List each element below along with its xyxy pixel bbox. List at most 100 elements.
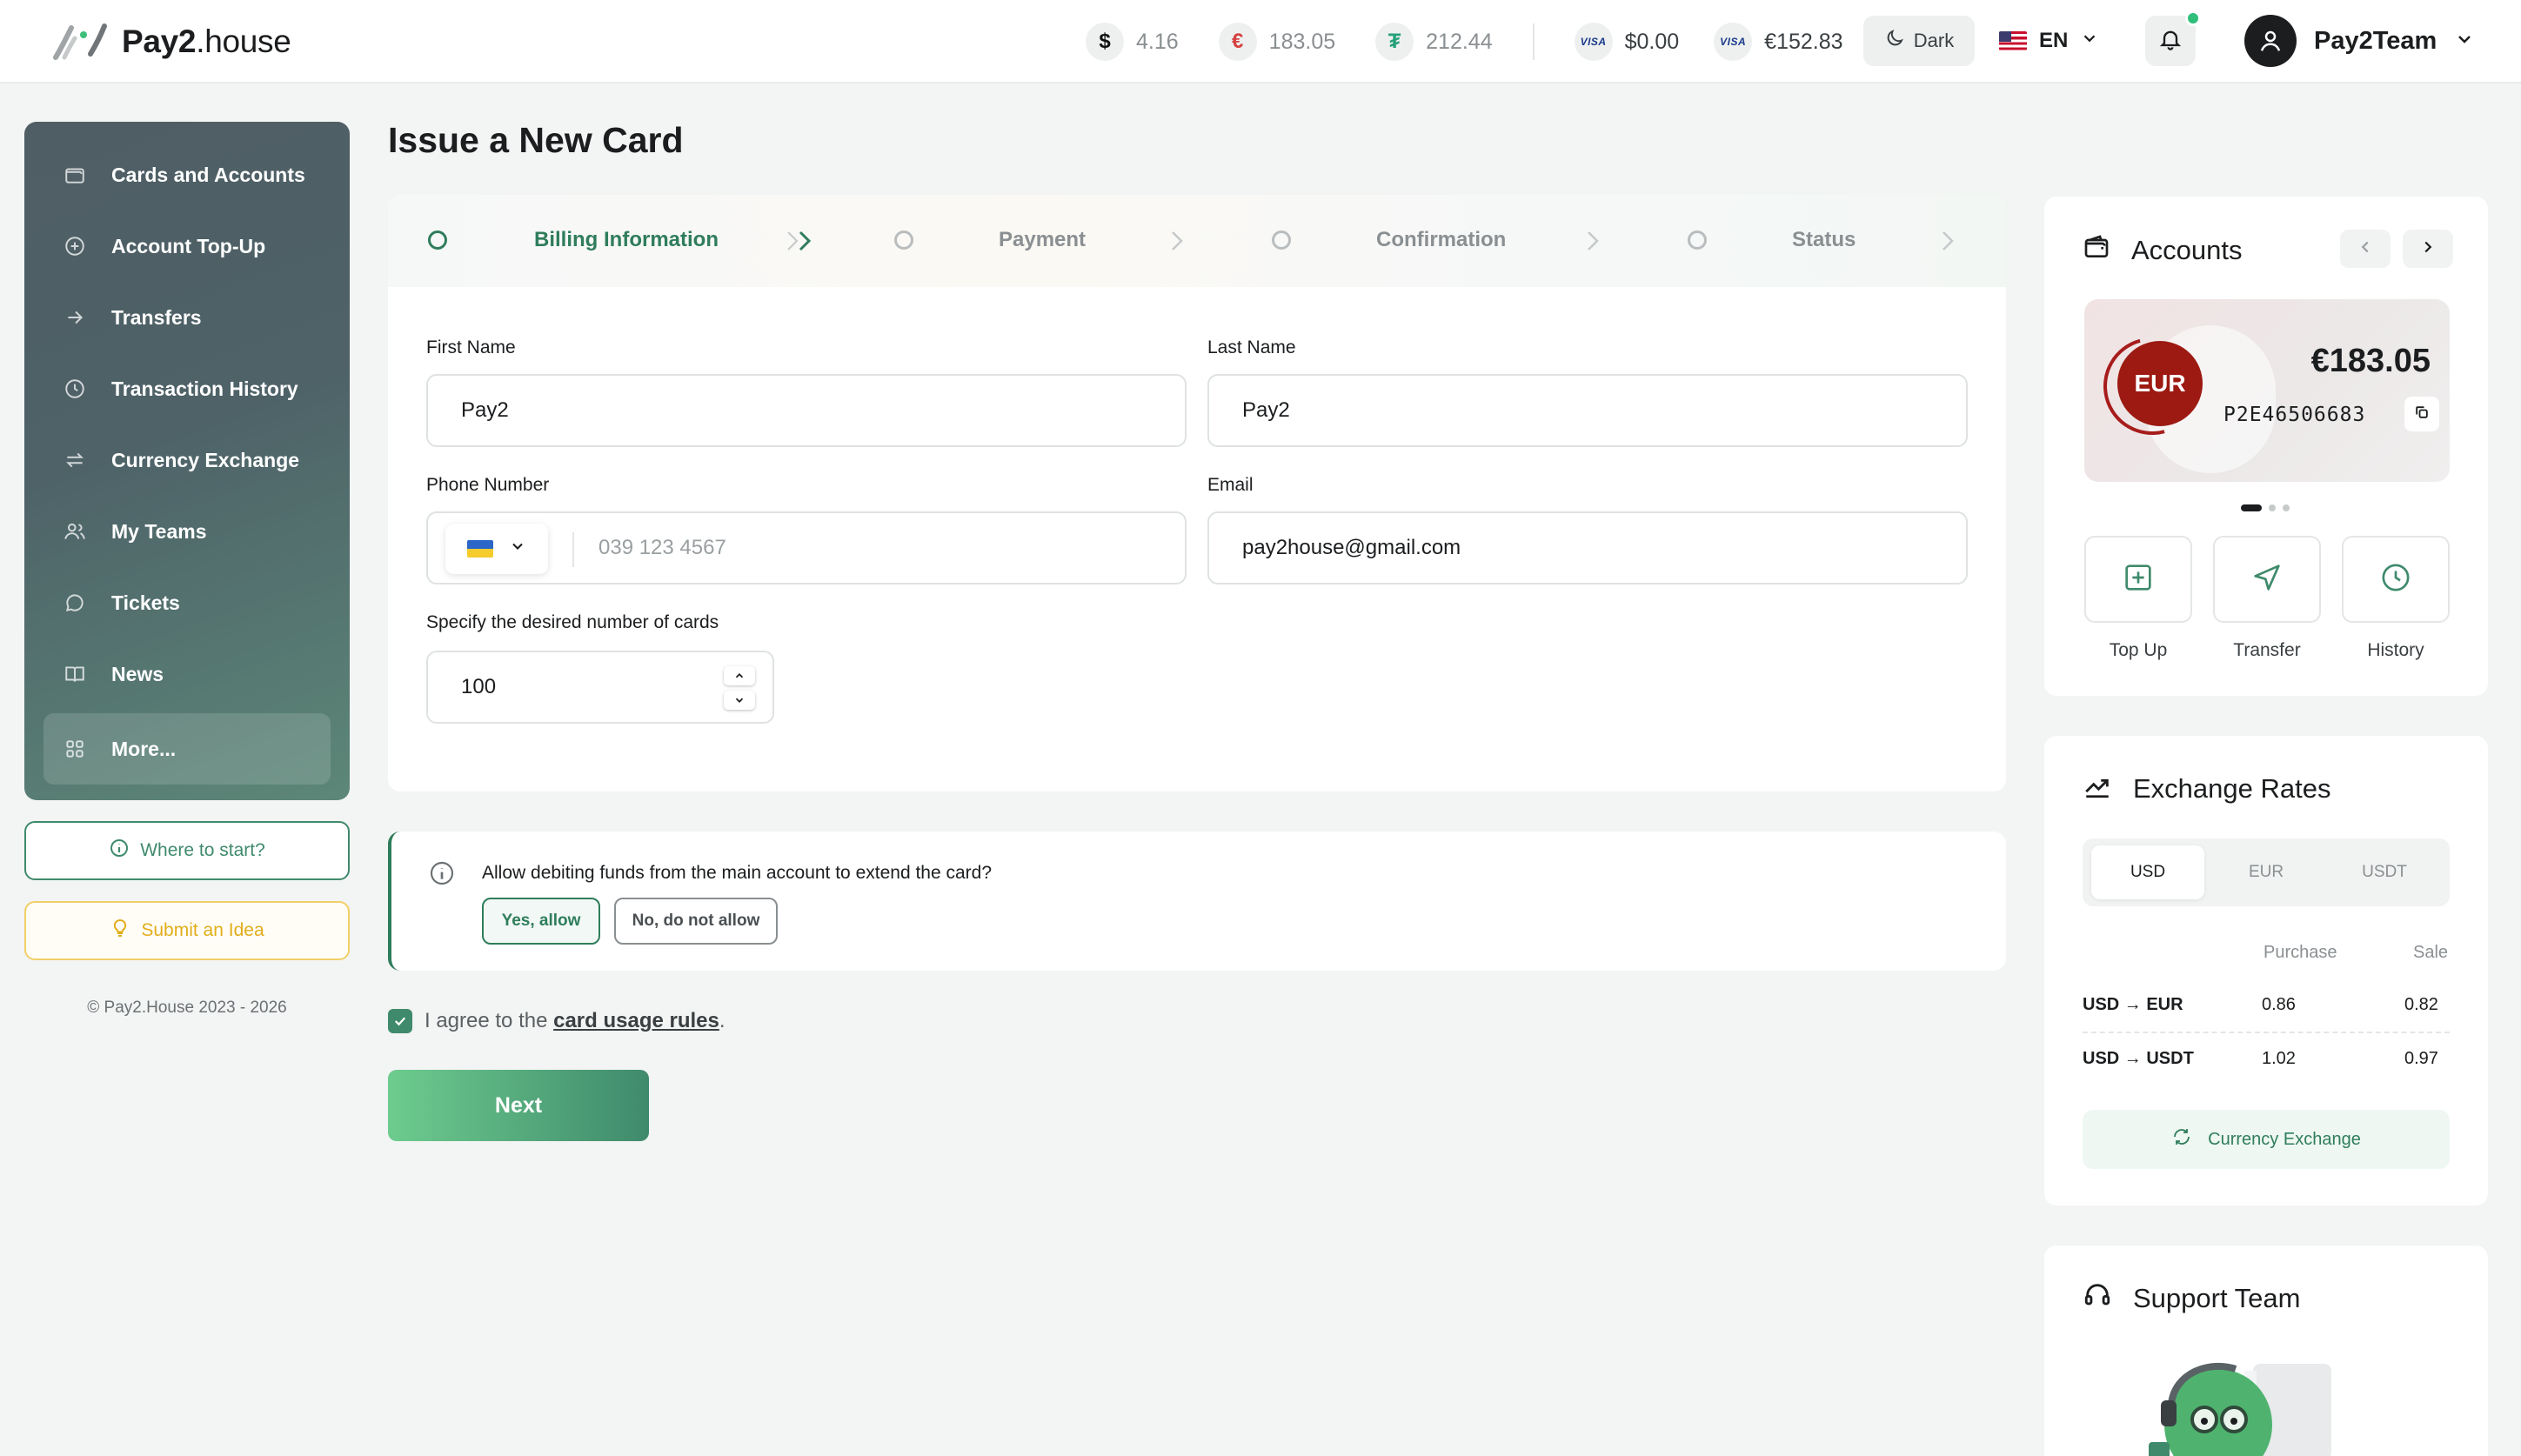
submit-idea-button[interactable]: Submit an Idea: [24, 901, 350, 960]
copy-button[interactable]: [2404, 397, 2439, 431]
sidebar-item-news[interactable]: News: [43, 638, 331, 710]
cards-count-input[interactable]: 100: [426, 651, 774, 724]
history-button[interactable]: [2342, 536, 2450, 623]
carousel-dot[interactable]: [2269, 504, 2276, 511]
sidebar-item-transaction-history[interactable]: Transaction History: [43, 353, 331, 424]
step-circle-icon: [428, 230, 447, 250]
step-payment[interactable]: Payment: [894, 228, 1086, 252]
tether-icon: ₮: [1375, 23, 1414, 61]
visa-icon: VISA: [1714, 23, 1753, 61]
agree-checkbox[interactable]: [388, 1009, 412, 1033]
copyright: © Pay2.House 2023 - 2026: [87, 998, 287, 1017]
sidebar-item-label: Tickets: [111, 591, 180, 614]
theme-toggle-button[interactable]: Dark: [1863, 16, 1975, 66]
chevron-right-icon: [1581, 228, 1608, 258]
logo-mark-icon: [52, 23, 108, 61]
allow-no-button[interactable]: No, do not allow: [614, 898, 778, 945]
account-id: P2E46506683: [2223, 404, 2366, 426]
lightbulb-icon: [110, 918, 130, 944]
carousel-dot[interactable]: [2241, 504, 2262, 511]
card-balance-2[interactable]: VISA €152.83: [1714, 23, 1843, 61]
tab-eur[interactable]: EUR: [2210, 845, 2323, 899]
notifications-button[interactable]: [2145, 10, 2201, 66]
history-action[interactable]: History: [2342, 536, 2450, 661]
bell-icon: [2158, 27, 2183, 56]
euro-icon: €: [1218, 23, 1257, 61]
tab-usdt[interactable]: USDT: [2328, 845, 2441, 899]
phone-input[interactable]: 039 123 4567: [598, 536, 726, 560]
balance-eur[interactable]: € 183.05: [1218, 23, 1335, 61]
plus-square-icon: [2121, 560, 2156, 599]
top-up-label: Top Up: [2109, 640, 2168, 660]
grid-icon: [63, 737, 87, 761]
sidebar-item-tickets[interactable]: Tickets: [43, 567, 331, 638]
step-status[interactable]: Status: [1688, 228, 1856, 252]
support-mascot-image: [2149, 1355, 2331, 1456]
top-up-action[interactable]: Top Up: [2084, 536, 2192, 661]
wallet-icon: [63, 163, 87, 187]
eur-account-card[interactable]: EUR €183.05 P2E46506683: [2084, 299, 2450, 482]
rate-purchase: 0.86: [2262, 995, 2296, 1014]
visa-icon: VISA: [1574, 23, 1613, 61]
prev-account-button[interactable]: [2340, 230, 2391, 268]
rate-pair: USD → EUR: [2083, 995, 2183, 1014]
language-label: EN: [2039, 29, 2069, 52]
page-title: Issue a New Card: [388, 120, 684, 160]
step-confirmation[interactable]: Confirmation: [1272, 228, 1506, 252]
balance-usd-value: 4.16: [1136, 29, 1179, 54]
account-amount: €183.05: [2310, 343, 2431, 379]
phone-field[interactable]: 039 123 4567: [426, 511, 1187, 584]
language-selector[interactable]: EN: [1999, 19, 2099, 63]
info-icon: [428, 859, 456, 892]
users-icon: [63, 519, 87, 544]
card-usage-rules-link[interactable]: card usage rules: [553, 1009, 719, 1032]
next-account-button[interactable]: [2403, 230, 2453, 268]
sidebar-item-my-teams[interactable]: My Teams: [43, 496, 331, 567]
trending-up-icon: [2083, 771, 2112, 807]
plus-circle-icon: [63, 234, 87, 258]
balances-bar: $ 4.16 € 183.05 ₮ 212.44 VISA $0.00 VISA…: [1086, 19, 1878, 64]
next-button[interactable]: Next: [388, 1070, 649, 1141]
sidebar-item-account-top-up[interactable]: Account Top-Up: [43, 210, 331, 282]
transfer-button[interactable]: [2213, 536, 2321, 623]
increment-button[interactable]: [724, 666, 755, 685]
avatar: [2244, 15, 2297, 67]
chevron-right-icon: [785, 228, 819, 258]
exchange-rates-card: Exchange Rates USD EUR USDT Purchase Sal…: [2044, 736, 2488, 1206]
transfer-action[interactable]: Transfer: [2213, 536, 2321, 661]
decrement-button[interactable]: [724, 691, 755, 710]
sidebar-item-cards-and-accounts[interactable]: Cards and Accounts: [43, 139, 331, 210]
last-name-input[interactable]: Pay2: [1207, 374, 1968, 447]
top-up-button[interactable]: [2084, 536, 2192, 623]
logo-text: Pay2.house: [122, 23, 291, 60]
card-balance-1[interactable]: VISA $0.00: [1574, 23, 1680, 61]
agree-suffix: .: [719, 1009, 726, 1032]
notification-dot: [2185, 10, 2201, 26]
purchase-column-header: Purchase: [2264, 943, 2337, 962]
card-balance-1-value: $0.00: [1624, 29, 1680, 54]
where-to-start-button[interactable]: Where to start?: [24, 821, 350, 880]
sidebar-item-transfers[interactable]: Transfers: [43, 282, 331, 353]
allow-yes-button[interactable]: Yes, allow: [482, 898, 600, 945]
tab-usd[interactable]: USD: [2091, 845, 2204, 899]
step-billing-information[interactable]: Billing Information: [428, 228, 719, 252]
balance-usdt[interactable]: ₮ 212.44: [1375, 23, 1493, 61]
sidebar-item-more[interactable]: More...: [43, 713, 331, 785]
rate-sale: 0.82: [2404, 995, 2438, 1014]
table-row: USD → EUR 0.86 0.82: [2083, 979, 2450, 1032]
carousel-dot[interactable]: [2283, 504, 2290, 511]
email-input[interactable]: pay2house@gmail.com: [1207, 511, 1968, 584]
first-name-input[interactable]: Pay2: [426, 374, 1187, 447]
user-menu[interactable]: Pay2Team: [2244, 14, 2475, 68]
cards-count-label: Specify the desired number of cards: [426, 612, 719, 632]
logo[interactable]: Pay2.house: [52, 19, 291, 64]
country-code-selector[interactable]: [445, 524, 548, 574]
auto-debit-card: Allow debiting funds from the main accou…: [388, 832, 2006, 971]
first-name-label: First Name: [426, 337, 516, 357]
currency-exchange-button[interactable]: Currency Exchange: [2083, 1110, 2450, 1169]
book-icon: [63, 662, 87, 686]
sidebar-item-currency-exchange[interactable]: Currency Exchange: [43, 424, 331, 496]
chevron-down-icon: [509, 537, 526, 561]
step-label: Payment: [999, 228, 1087, 251]
balance-usd[interactable]: $ 4.16: [1086, 23, 1179, 61]
